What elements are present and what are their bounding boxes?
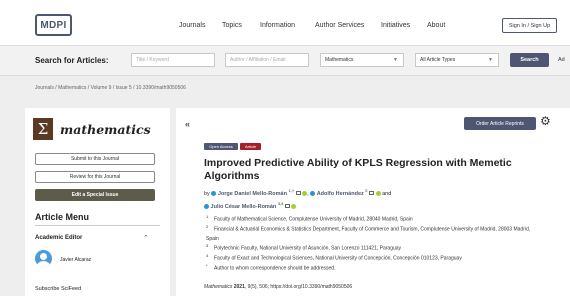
search-bar: Search for Articles: Title / Keyword Aut… [0,46,570,76]
gear-icon[interactable]: ⚙ [540,115,551,127]
profile-icon [211,190,217,196]
sigma-icon: Σ [33,118,53,140]
citation: Mathematics 2021, 9(5), 506; https://doi… [204,284,352,290]
chevron-up-icon[interactable]: ⌃ [143,234,149,242]
review-button[interactable]: Review for this Journal [35,171,155,183]
author-list: by Jorge Daniel Mello-Román 1,† , Adolfo… [204,188,392,210]
nav-initiatives[interactable]: Initiatives [381,22,410,29]
user-avatar-icon [35,250,52,267]
divider [35,225,160,226]
chevron-down-icon: ▼ [393,57,398,63]
editor-name[interactable]: Javier Alcaraz [60,257,91,263]
nav-journals[interactable]: Journals [179,22,205,29]
email-icon[interactable] [295,191,301,196]
citation-year: 2021 [233,284,245,290]
citation-journal: Mathematics [204,284,233,290]
submit-button[interactable]: Submit to this Journal [35,153,155,165]
email-icon[interactable] [369,191,375,196]
search-button[interactable]: Search [510,53,549,67]
article-type-value: All Article Types [420,57,456,63]
and-label: and [382,190,392,197]
orcid-icon[interactable] [291,203,297,209]
email-icon[interactable] [284,204,290,209]
article-panel: « Order Article Reprints ⚙ Open Access A… [176,108,570,296]
top-navigation: MDPI Journals Topics Information Author … [0,0,570,46]
special-issue-button[interactable]: Edit a Special Issue [35,189,155,201]
nav-about[interactable]: About [427,22,445,29]
nav-information[interactable]: Information [260,22,295,29]
journal-logo[interactable]: Σ mathematics [33,118,151,140]
keyword-input[interactable]: Title / Keyword [131,53,215,67]
author-link[interactable]: Adolfo Hernández [317,191,364,197]
chevron-down-icon: ▼ [488,57,493,63]
correspondence-note: *Author to whom correspondence should be… [206,263,336,272]
journal-select-value: Mathematics [325,57,354,63]
mdpi-logo[interactable]: MDPI [35,14,72,36]
nav-author-services[interactable]: Author Services [315,22,364,29]
journal-name: mathematics [60,121,151,137]
article-type-select[interactable]: All Article Types ▼ [415,53,499,67]
author-input[interactable]: Author / Affiliation / Email [225,53,309,67]
collapse-sidebar-icon[interactable]: « [185,119,190,129]
article-menu-title: Article Menu [35,212,90,222]
nav-topics[interactable]: Topics [222,22,242,29]
author-link[interactable]: Julio César Mello-Román [211,204,277,210]
left-sidebar: Σ mathematics Submit to this Journal Rev… [25,108,170,296]
breadcrumb[interactable]: Journals / Mathematics / Volume 9 / Issu… [35,85,186,91]
orcid-icon[interactable] [375,190,381,196]
orcid-icon[interactable] [302,190,308,196]
journal-select[interactable]: Mathematics ▼ [320,53,404,67]
author-sup: 1,† [288,188,295,193]
subscribe-scifeed[interactable]: Subscribe SciFeed [35,286,81,292]
author-link[interactable]: Jorge Daniel Mello-Román [218,191,287,197]
academic-editor-label[interactable]: Academic Editor [35,235,82,241]
author-sup: 2 [365,188,368,193]
author-sup: 3,4 [277,200,284,206]
sign-in-button[interactable]: Sign In / Sign Up [502,18,557,33]
profile-icon [204,203,209,209]
by-label: by [204,190,210,197]
advanced-search-link[interactable]: Ad [558,57,565,63]
open-access-badge: Open Access [204,143,238,150]
order-reprints-button[interactable]: Order Article Reprints [464,117,536,130]
profile-icon [310,190,316,196]
article-title: Improved Predictive Ability of KPLS Regr… [204,157,512,182]
logo-text: MDPI [40,19,67,31]
article-type-badge: Article [240,143,261,150]
citation-details[interactable]: , 9(5), 506; https://doi.org/10.3390/mat… [245,284,352,290]
search-label: Search for Articles: [35,56,109,65]
